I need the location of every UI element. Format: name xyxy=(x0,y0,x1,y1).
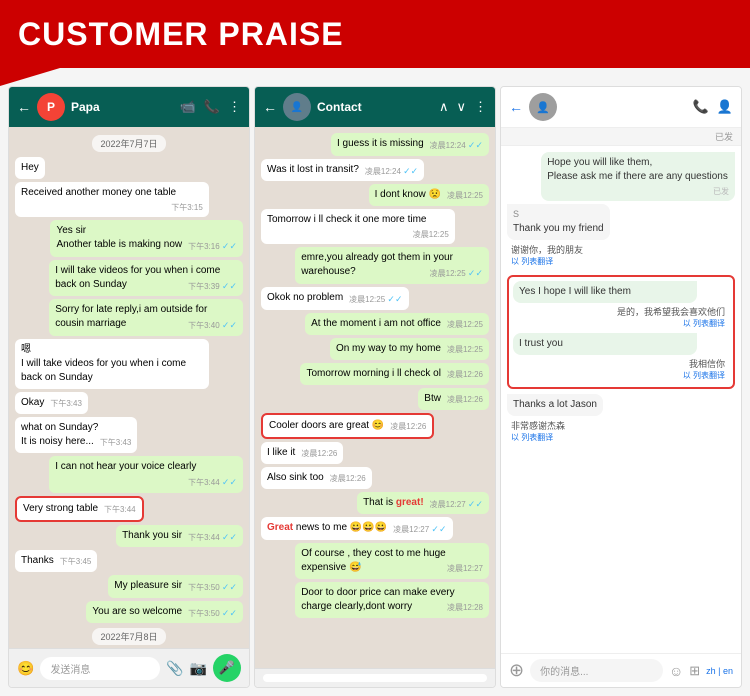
msg-chat2-15: Great news to me 😀😀😀 凌晨12:27 ✓✓ xyxy=(261,517,453,540)
header-banner: CUSTOMER PRAISE xyxy=(0,0,750,68)
camera-icon-1[interactable]: 📷 xyxy=(190,660,207,677)
chat-topbar-1: ← P Papa 📹 📞 ⋮ xyxy=(9,87,249,127)
msg-recv-4: Okay 下午3:43 xyxy=(15,392,88,414)
chat-body-1: 2022年7月7日 Hey Received another money one… xyxy=(9,127,249,648)
msg-chat2-10: Btw 凌晨12:26 xyxy=(418,388,489,410)
chat-body-2: I guess it is missing 凌晨12:24 ✓✓ Was it … xyxy=(255,127,495,668)
msg-chat2-14: That is great! 凌晨12:27 ✓✓ xyxy=(357,492,489,515)
msg-recv-6: Thanks 下午3:45 xyxy=(15,550,97,572)
mic-btn-1[interactable]: 🎤 xyxy=(213,654,241,682)
msg-chat3-5: Thanks a lot Jason xyxy=(507,394,603,416)
msg-chat2-2: Was it lost in transit? 凌晨12:24 ✓✓ xyxy=(261,159,424,182)
avatar-1: P xyxy=(37,93,65,121)
msg-sent-7: You are so welcome 下午3:50 ✓✓ xyxy=(86,601,243,624)
date-divider-2: 2022年7月8日 xyxy=(92,628,165,645)
msg-chat3-2: S Thank you my friend xyxy=(507,204,610,240)
msg-chat3-1: Hope you will like them,Please ask me if… xyxy=(541,152,735,201)
attach-icon-1[interactable]: 📎 xyxy=(166,660,183,677)
back-arrow-1[interactable]: ← xyxy=(17,99,31,115)
topbar-icons-1: 📹 📞 ⋮ xyxy=(180,99,241,115)
msg-chat2-4: Tomorrow i ll check it one more time 凌晨1… xyxy=(261,209,455,244)
msg-sent-3: Sorry for late reply,i am outside for co… xyxy=(49,299,243,336)
call-icon-3[interactable]: 📞 xyxy=(693,99,709,115)
msg-chat2-17: Door to door price can make every charge… xyxy=(295,582,489,618)
chat-panel-2: ← 👤 Contact ∧ ∨ ⋮ I guess it is missing … xyxy=(254,86,496,688)
msg-sent-6: My pleasure sir 下午3:50 ✓✓ xyxy=(108,575,243,598)
topbar-icons-2: ∧ ∨ ⋮ xyxy=(439,99,487,115)
chat-panel-1: ← P Papa 📹 📞 ⋮ 2022年7月7日 Hey Received an… xyxy=(8,86,250,688)
chat-topbar-3: ← 👤 📞 👤 xyxy=(501,87,741,128)
input-field-3[interactable]: 你的消息... xyxy=(530,659,663,682)
contact-info-2: Contact xyxy=(317,100,433,114)
sub-header-3: 已发 xyxy=(501,128,741,146)
emoji-icon-3[interactable]: ☺ xyxy=(669,663,683,679)
msg-chat3-3: Yes I hope I will like them xyxy=(513,281,697,303)
msg-chat3-5-translated: 非常感谢杰森 以 列表翻译 xyxy=(507,419,569,446)
msg-recv-3: 嗯I will take videos for you when i come … xyxy=(15,339,209,389)
chevron-down-icon[interactable]: ∨ xyxy=(456,99,466,115)
msg-chat2-11: Cooler doors are great 😊 凌晨12:26 xyxy=(261,413,434,439)
video-icon-1[interactable]: 📹 xyxy=(180,99,196,115)
back-arrow-2[interactable]: ← xyxy=(263,99,277,115)
msg-recv-5: what on Sunday?It is noisy here... 下午3:4… xyxy=(15,417,137,453)
msg-chat2-8: On my way to my home 凌晨12:25 xyxy=(330,338,489,360)
menu-icon-2[interactable]: ⋮ xyxy=(474,99,487,115)
msg-sent-1: Yes sirAnother table is making now 下午3:1… xyxy=(50,220,243,257)
msg-recv-2: Received another money one table 下午3:15 xyxy=(15,182,209,217)
emoji-icon-1[interactable]: 😊 xyxy=(17,660,34,677)
chat-inputbar-2 xyxy=(255,668,495,687)
highlight-box-3: Yes I hope I will like them 是的，我希望我会喜欢他们… xyxy=(507,275,735,389)
topbar-icons-3: 📞 👤 xyxy=(693,99,733,115)
msg-chat2-16: Of course , they cost to me huge expensi… xyxy=(295,543,489,579)
chat-inputbar-1: 😊 发送消息 📎 📷 🎤 xyxy=(9,648,249,687)
chat-topbar-2: ← 👤 Contact ∧ ∨ ⋮ xyxy=(255,87,495,127)
call-icon-1[interactable]: 📞 xyxy=(204,99,220,115)
msg-chat3-4-translated: 我相信你 以 列表翻译 xyxy=(513,355,729,383)
plus-icon-3[interactable]: ⊕ xyxy=(509,660,524,681)
chats-container: ← P Papa 📹 📞 ⋮ 2022年7月7日 Hey Received an… xyxy=(0,68,750,696)
msg-chat3-4: I trust you xyxy=(513,333,697,355)
chat-panel-3: ← 👤 📞 👤 已发 Hope you will like them,Pleas… xyxy=(500,86,742,688)
msg-chat2-9: Tomorrow morning i ll check ol 凌晨12:26 xyxy=(300,363,489,385)
msg-chat2-5: emre,you already got them in your wareho… xyxy=(295,247,489,284)
msg-sent-5: Thank you sir 下午3:44 ✓✓ xyxy=(116,525,243,548)
msg-chat2-12: I like it 凌晨12:26 xyxy=(261,442,343,464)
contact-info-1: Papa xyxy=(71,100,174,114)
menu-icon-1[interactable]: ⋮ xyxy=(228,99,241,115)
translate-icon-3[interactable]: ⊞ xyxy=(689,663,700,679)
msg-sent-4: I can not hear your voice clearly 下午3:44… xyxy=(49,456,243,493)
input-field-2[interactable] xyxy=(263,674,487,682)
msg-chat2-6: Okok no problem 凌晨12:25 ✓✓ xyxy=(261,287,409,310)
person-icon-3[interactable]: 👤 xyxy=(717,99,733,115)
contact-name-1: Papa xyxy=(71,100,174,114)
msg-recv-highlight-1: Very strong table 下午3:44 xyxy=(15,496,144,522)
lang-label-3: zh | en xyxy=(706,666,733,676)
input-field-1[interactable]: 发送消息 xyxy=(40,657,160,680)
chevron-up-icon[interactable]: ∧ xyxy=(439,99,449,115)
chat-inputbar-3: ⊕ 你的消息... ☺ ⊞ zh | en xyxy=(501,653,741,687)
msg-chat2-1: I guess it is missing 凌晨12:24 ✓✓ xyxy=(331,133,489,156)
back-arrow-3[interactable]: ← xyxy=(509,99,523,115)
msg-chat2-3: I dont know 😟 凌晨12:25 xyxy=(369,184,489,206)
msg-chat2-13: Also sink too 凌晨12:26 xyxy=(261,467,372,489)
header-title: CUSTOMER PRAISE xyxy=(18,16,344,53)
msg-sent-2: I will take videos for you when i come b… xyxy=(49,260,243,297)
msg-chat3-3-translated: 是的，我希望我会喜欢他们 以 列表翻译 xyxy=(513,303,729,331)
avatar-3: 👤 xyxy=(529,93,557,121)
msg-chat3-2-translated: 谢谢你，我的朋友 以 列表翻译 xyxy=(507,243,587,270)
msg-chat2-7: At the moment i am not office 凌晨12:25 xyxy=(305,313,489,335)
chat-body-3: Hope you will like them,Please ask me if… xyxy=(501,146,741,653)
date-divider-1: 2022年7月7日 xyxy=(92,135,165,152)
msg-recv-1: Hey xyxy=(15,157,45,179)
avatar-2: 👤 xyxy=(283,93,311,121)
contact-name-2: Contact xyxy=(317,100,433,114)
